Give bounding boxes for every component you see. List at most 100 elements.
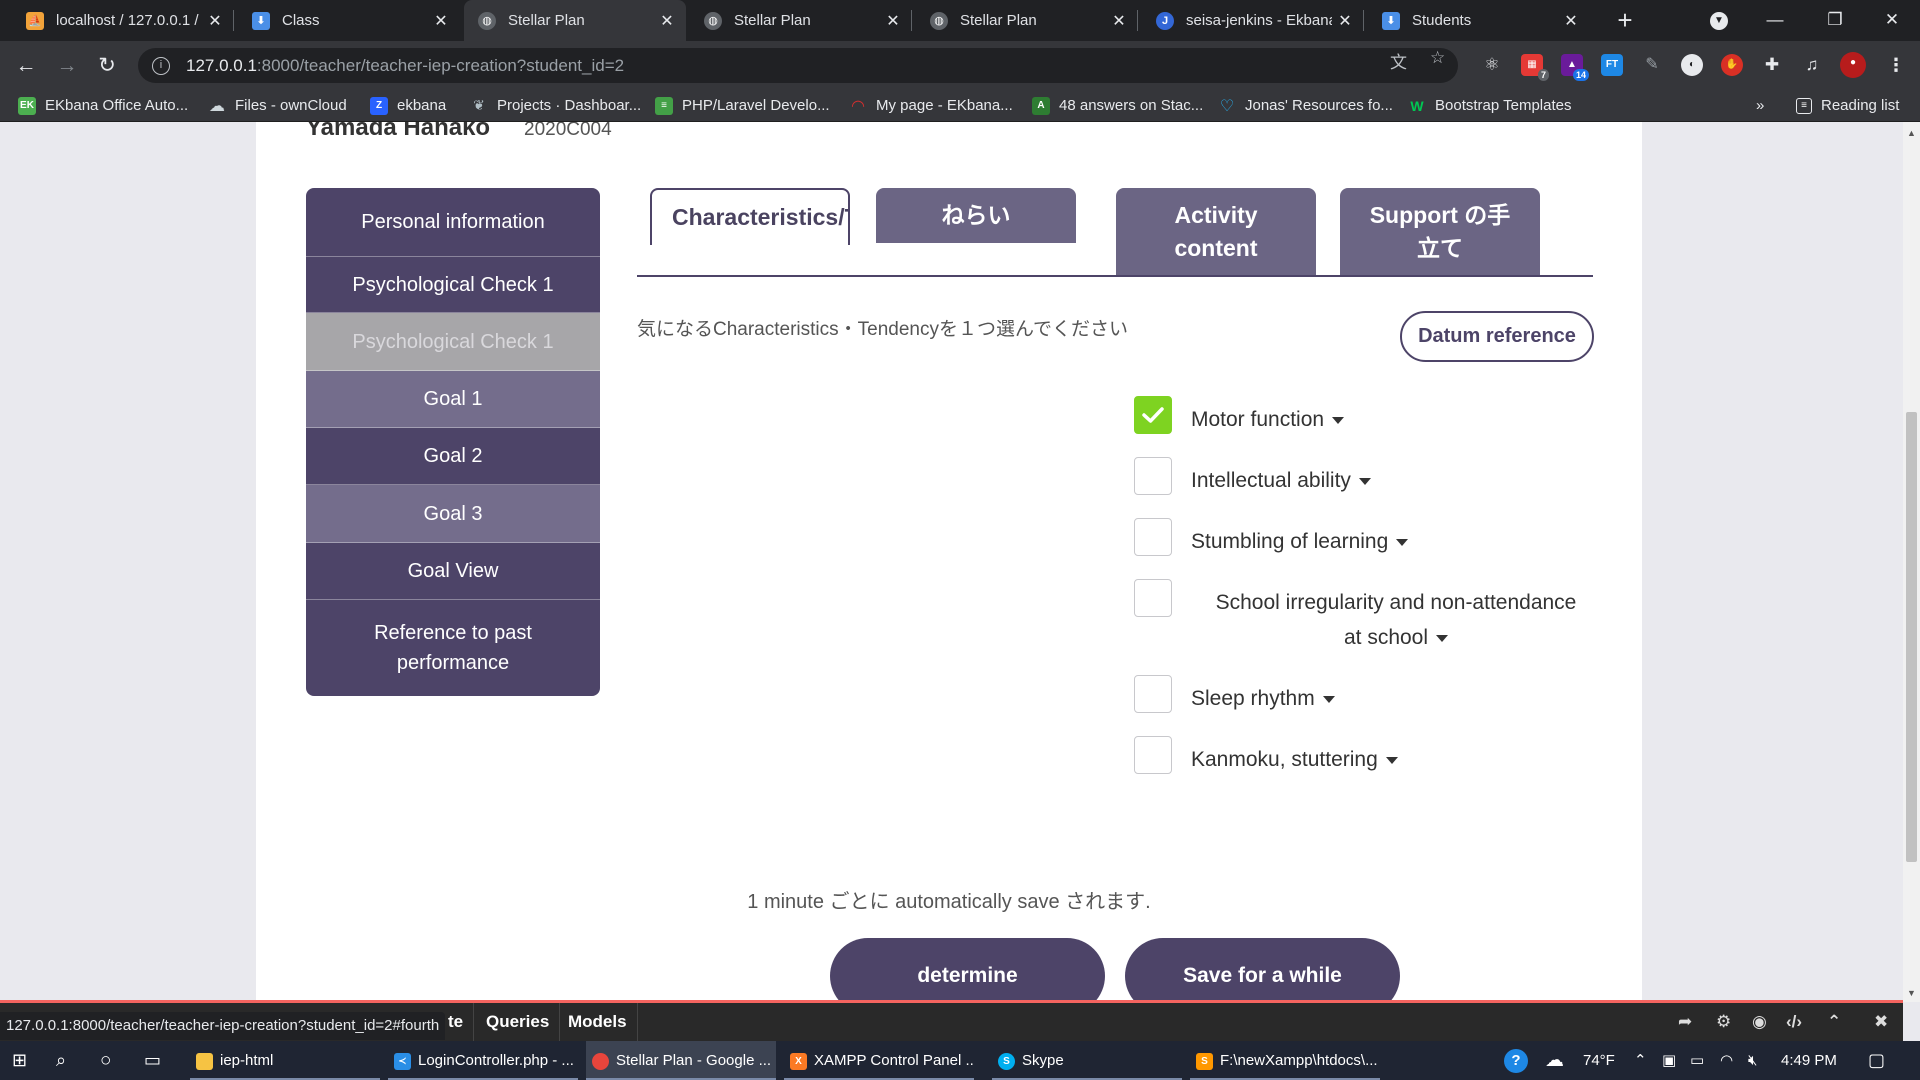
close-icon[interactable]: ✕: [202, 11, 228, 31]
menu-item-reference-past-performance[interactable]: Reference to past performance: [306, 600, 600, 696]
help-icon[interactable]: ?: [1504, 1041, 1528, 1080]
menu-item-goal-3[interactable]: Goal 3: [306, 485, 600, 543]
browser-tab-active[interactable]: ◍ Stellar Plan ✕: [464, 0, 686, 41]
option-label[interactable]: Intellectual ability: [1191, 457, 1371, 498]
caret-down-icon[interactable]: [1385, 756, 1398, 764]
bookmark-item[interactable]: ♡ Jonas' Resources fo...: [1218, 89, 1393, 122]
checkbox-sleep-rhythm[interactable]: [1134, 675, 1172, 713]
battery-icon[interactable]: ▭: [1690, 1041, 1704, 1080]
checkbox-motor-function[interactable]: [1134, 396, 1172, 434]
taskbar-app[interactable]: S Skype: [992, 1041, 1182, 1080]
settings-icon[interactable]: ⚙: [1716, 1003, 1731, 1041]
taskbar-app[interactable]: S F:\newXampp\htdocs\...: [1190, 1041, 1380, 1080]
site-info-icon[interactable]: i: [152, 56, 170, 75]
option-label[interactable]: Stumbling of learning: [1191, 518, 1409, 559]
tray-device-icon[interactable]: ▣: [1662, 1041, 1676, 1080]
share-icon[interactable]: ➦: [1678, 1003, 1692, 1041]
bookmark-item[interactable]: ◠ My page - EKbana...: [849, 89, 1013, 122]
taskbar-app[interactable]: iep-html: [190, 1041, 380, 1080]
browser-tab[interactable]: ⬇ Class ✕: [238, 0, 460, 41]
option-label[interactable]: School irregularity and non-attendance a…: [1206, 579, 1586, 655]
address-bar[interactable]: i 127.0.0.1:8000/teacher/teacher-iep-cre…: [138, 48, 1458, 83]
weather-icon[interactable]: ☁: [1545, 1041, 1564, 1080]
notification-icon[interactable]: ▢: [1868, 1041, 1885, 1080]
option-label[interactable]: Motor function: [1191, 396, 1345, 437]
close-debugbar-icon[interactable]: ✖: [1874, 1003, 1888, 1041]
extensions-puzzle-icon[interactable]: ✚: [1761, 54, 1783, 76]
menu-item-goal-1[interactable]: Goal 1: [306, 371, 600, 428]
browser-tab[interactable]: ◍ Stellar Plan ✕: [916, 0, 1138, 41]
wifi-icon[interactable]: ◠: [1720, 1041, 1733, 1080]
close-icon[interactable]: ✕: [880, 11, 906, 31]
close-icon[interactable]: ✕: [654, 11, 680, 31]
code-icon[interactable]: ‹/›: [1786, 1003, 1802, 1041]
checkbox-kanmoku-stuttering[interactable]: [1134, 736, 1172, 774]
reading-list-button[interactable]: ≡ Reading list: [1796, 89, 1899, 122]
option-row[interactable]: Motor function: [1134, 396, 1594, 437]
scroll-up-icon[interactable]: ▲: [1907, 128, 1916, 138]
history-icon[interactable]: ◉: [1752, 1003, 1767, 1041]
bookmark-item[interactable]: W Bootstrap Templates: [1408, 89, 1571, 122]
bookmark-item[interactable]: ❦ Projects · Dashboar...: [470, 89, 641, 122]
browser-tab[interactable]: J seisa-jenkins - Ekbana ✕: [1142, 0, 1364, 41]
bookmark-item[interactable]: Zekbana: [370, 89, 446, 122]
cortana-icon[interactable]: ○: [100, 1041, 111, 1080]
tab-nerai[interactable]: ねらい: [876, 188, 1076, 243]
taskbar-app[interactable]: ≺ LoginController.php - ...: [388, 1041, 578, 1080]
restore-icon[interactable]: ❐: [1805, 0, 1865, 41]
media-control-icon[interactable]: ♫: [1801, 54, 1823, 76]
chrome-menu-icon[interactable]: ⋮: [1885, 54, 1907, 76]
datum-reference-button[interactable]: Datum reference: [1400, 311, 1594, 362]
windows-start-icon[interactable]: ⊞: [12, 1041, 27, 1080]
page-scrollbar[interactable]: ▲ ▼: [1903, 122, 1920, 1002]
determine-button[interactable]: determine: [830, 938, 1105, 1002]
react-devtools-icon[interactable]: ⚛: [1481, 54, 1503, 76]
caret-down-icon[interactable]: [1436, 634, 1449, 642]
menu-item-psychological-check-1[interactable]: Psychological Check 1: [306, 257, 600, 313]
reload-icon[interactable]: ↻: [91, 50, 123, 82]
tab-support[interactable]: Support の手立て: [1340, 188, 1540, 275]
caret-down-icon[interactable]: [1332, 416, 1345, 424]
bookmarks-overflow-icon[interactable]: »: [1756, 89, 1764, 122]
taskbar-app[interactable]: X XAMPP Control Panel ...: [784, 1041, 974, 1080]
checkbox-school-irregularity[interactable]: [1134, 579, 1172, 617]
bookmark-star-icon[interactable]: ☆: [1430, 48, 1445, 68]
option-row[interactable]: Sleep rhythm: [1134, 675, 1594, 716]
circle-extension-icon[interactable]: ◐: [1681, 54, 1703, 76]
browser-tab[interactable]: ⛵ localhost / 127.0.0.1 / ✕: [12, 0, 234, 41]
color-picker-icon[interactable]: ✎: [1641, 54, 1663, 76]
ft-extension-icon[interactable]: FT: [1601, 54, 1623, 76]
checkbox-intellectual-ability[interactable]: [1134, 457, 1172, 495]
weather-temp[interactable]: 74°F: [1583, 1041, 1615, 1080]
clock-time[interactable]: 4:49 PM: [1781, 1041, 1837, 1080]
tab-activity-content[interactable]: Activity content: [1116, 188, 1316, 275]
debugbar-tab-models[interactable]: Models: [558, 1003, 638, 1041]
search-icon[interactable]: ⌕: [56, 1041, 66, 1080]
option-row[interactable]: Intellectual ability: [1134, 457, 1594, 498]
bookmark-item[interactable]: ☁ Files - ownCloud: [208, 89, 347, 122]
window-close-icon[interactable]: ✕: [1862, 0, 1920, 41]
tab-characteristics-tendency[interactable]: Characteristics/Tendency: [650, 188, 850, 245]
browser-tab[interactable]: ◍ Stellar Plan ✕: [690, 0, 912, 41]
menu-item-personal-information[interactable]: Personal information: [306, 188, 600, 257]
option-label[interactable]: Sleep rhythm: [1191, 675, 1335, 716]
extension-badge-icon[interactable]: ▲ 14: [1561, 54, 1589, 81]
adblock-icon[interactable]: ✋: [1721, 54, 1743, 76]
bookmark-item[interactable]: ≡ PHP/Laravel Develo...: [655, 89, 830, 122]
tab-search-icon[interactable]: ▼: [1710, 12, 1728, 30]
debugbar-tab-queries[interactable]: Queries: [476, 1003, 561, 1041]
tray-chevron-icon[interactable]: ⌃: [1634, 1041, 1647, 1080]
calendar-extension-icon[interactable]: ▦ 7: [1521, 54, 1549, 81]
scroll-down-icon[interactable]: ▼: [1907, 988, 1916, 998]
option-row[interactable]: School irregularity and non-attendance a…: [1134, 579, 1594, 655]
close-icon[interactable]: ✕: [428, 11, 454, 31]
close-icon[interactable]: ✕: [1106, 11, 1132, 31]
caret-down-icon[interactable]: [1358, 477, 1371, 485]
menu-item-goal-2[interactable]: Goal 2: [306, 428, 600, 485]
caret-down-icon[interactable]: [1322, 695, 1335, 703]
chevron-up-icon[interactable]: ⌃: [1827, 1003, 1841, 1041]
close-icon[interactable]: ✕: [1332, 11, 1358, 31]
caret-down-icon[interactable]: [1396, 538, 1409, 546]
save-for-a-while-button[interactable]: Save for a while: [1125, 938, 1400, 1002]
menu-item-goal-view[interactable]: Goal View: [306, 543, 600, 600]
